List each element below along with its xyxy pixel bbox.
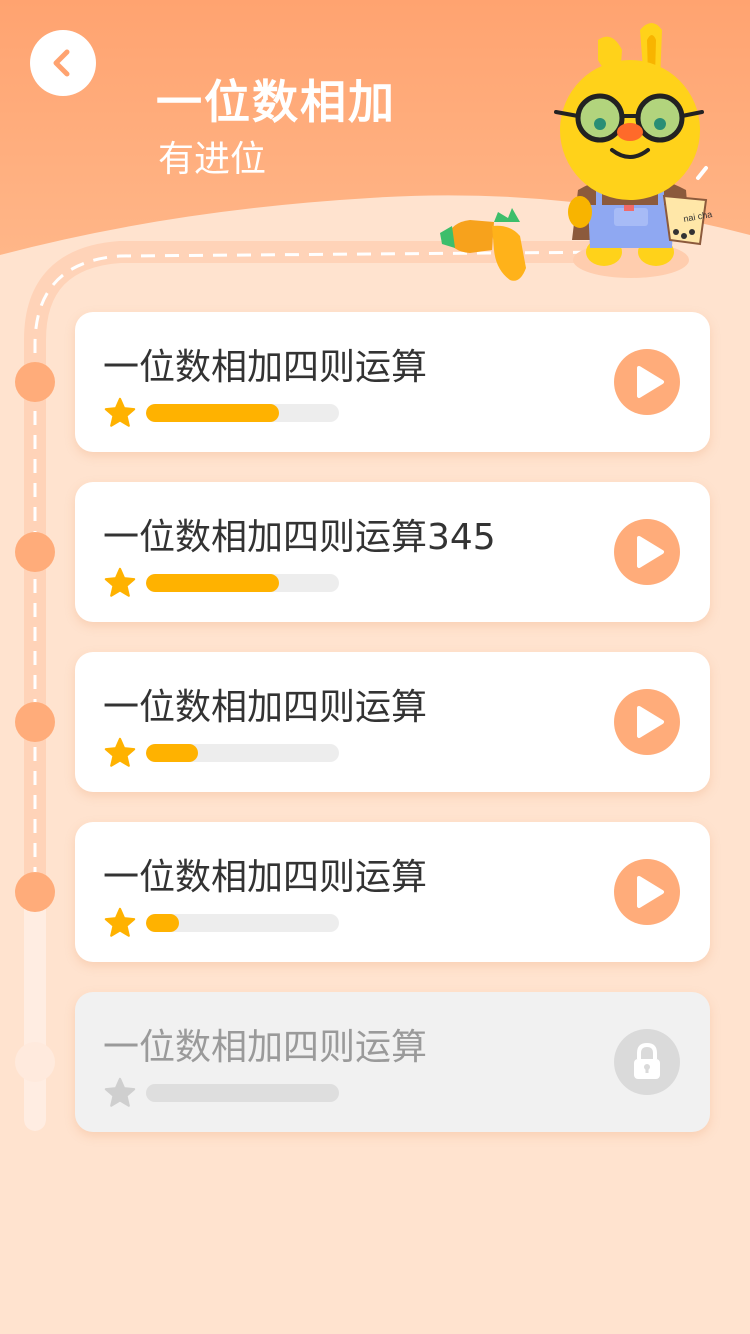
progress-bar (146, 404, 339, 422)
lesson-card[interactable]: 一位数相加四则运算345 (75, 482, 710, 622)
lesson-title: 一位数相加四则运算 (103, 687, 428, 728)
progress-fill (146, 744, 199, 762)
play-button[interactable] (614, 689, 680, 755)
lesson-card[interactable]: 一位数相加四则运算 (75, 652, 710, 792)
star-icon (104, 737, 136, 767)
lesson-card[interactable]: 一位数相加四则运算 (75, 822, 710, 962)
back-button[interactable] (30, 30, 96, 96)
play-icon (637, 876, 664, 908)
progress-bar (146, 744, 339, 762)
play-button[interactable] (614, 859, 680, 925)
play-icon (637, 706, 664, 738)
page-subtitle: 有进位 (158, 139, 267, 180)
play-button[interactable] (614, 349, 680, 415)
path-node (15, 702, 55, 742)
lesson-title: 一位数相加四则运算 (103, 1027, 428, 1068)
play-icon (637, 536, 664, 568)
progress-fill (146, 574, 280, 592)
path-node-locked (15, 1042, 55, 1082)
lesson-title: 一位数相加四则运算 (103, 857, 428, 898)
lesson-title: 一位数相加四则运算 (103, 347, 428, 388)
mascot-illustration: nai cha (440, 23, 713, 281)
carrot-icon (440, 208, 526, 281)
play-icon (637, 366, 664, 398)
chevron-left-icon (53, 49, 70, 77)
lock-button[interactable] (614, 1029, 680, 1095)
play-button[interactable] (614, 519, 680, 585)
lock-icon (634, 1042, 660, 1079)
star-icon (104, 397, 136, 427)
lesson-title: 一位数相加四则运算345 (103, 517, 496, 558)
path-node (15, 362, 55, 402)
progress-bar (146, 1084, 339, 1102)
path-node (15, 532, 55, 572)
lesson-card[interactable]: 一位数相加四则运算 (75, 312, 710, 452)
progress-bar (146, 574, 339, 592)
progress-fill (146, 404, 280, 422)
path-node (15, 872, 55, 912)
progress-bar (146, 914, 339, 932)
star-icon (104, 907, 136, 937)
star-icon (104, 1077, 136, 1107)
lesson-card-locked[interactable]: 一位数相加四则运算 (75, 992, 710, 1132)
star-icon (104, 567, 136, 597)
page-title: 一位数相加 (156, 75, 396, 129)
progress-fill (146, 914, 179, 932)
